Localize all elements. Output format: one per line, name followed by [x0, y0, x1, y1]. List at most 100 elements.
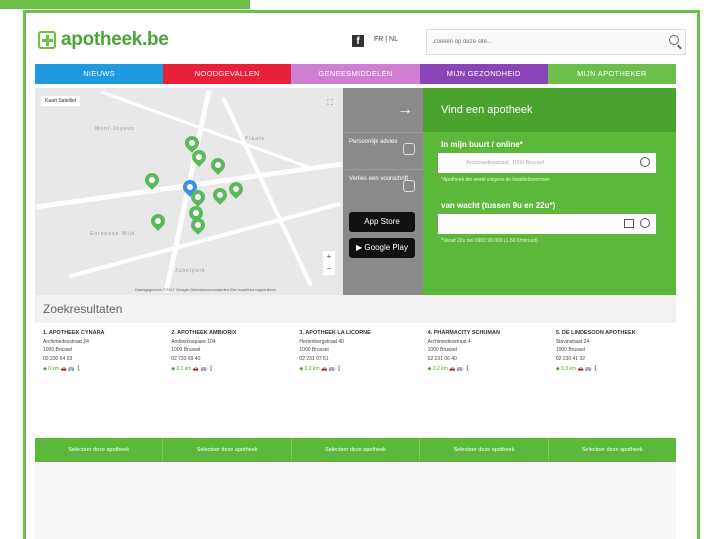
quick-links-column: → Persoonlijk advies Verlies een voorsch… — [343, 88, 423, 295]
pharmacy-phone: 02 231 07 51 — [299, 355, 329, 362]
language-switch[interactable]: FR | NL — [374, 36, 398, 43]
address-placeholder: Archimedesstraat, 1000 Brussel — [466, 160, 544, 166]
address-input[interactable]: Archimedesstraat, 1000 Brussel — [438, 153, 656, 173]
pharmacy-street: Stevinstraat 24 — [555, 339, 590, 346]
pharmacy-finder-panel: Vind een apotheek In mijn buurt / online… — [423, 88, 676, 295]
pharmacy-city: 1000 Brussel — [43, 347, 73, 354]
personal-advice-link[interactable]: Persoonlijk advies — [343, 132, 423, 169]
on-duty-label: van wacht (tussen 9u en 22u*) — [441, 201, 556, 210]
pharmacy-city: 1000 Brussel — [427, 347, 457, 354]
play-icon: ▶ — [356, 243, 363, 252]
pharmacy-name[interactable]: 4. Pharmacity Schuman — [428, 329, 540, 337]
pharmacy-city: 1000 Brussel — [299, 347, 329, 354]
street-label: Jubelpark — [175, 268, 206, 274]
transport-icons: 🚗 🚌 🚶 — [321, 365, 343, 372]
search-icon[interactable] — [669, 35, 679, 45]
calendar-icon[interactable] — [624, 219, 634, 228]
finder-title: Vind een apotheek — [423, 88, 676, 132]
map-type-control[interactable]: Kaart Satelliet — [41, 96, 81, 106]
page-frame: apotheek.be f FR | NL Nieuws Noodgevalle… — [23, 10, 700, 539]
select-pharmacy-button[interactable]: Selecteer deze apotheek — [163, 438, 292, 462]
pharmacy-city: 1000 Brussel — [171, 347, 201, 354]
arrow-right-icon[interactable]: → — [343, 88, 423, 132]
prescription-label: Verlies een voorschrift — [349, 176, 409, 182]
pharmacy-phone: 02 733 69 40 — [171, 355, 201, 362]
pharmacy-name[interactable]: 1. Apotheek Cynara — [43, 329, 155, 337]
pharmacy-name[interactable]: 5. De Lindesoon Apotheek — [556, 329, 668, 337]
distance-meta: ◆ 0,1 km 🚗 🚌 🚶 — [171, 365, 215, 372]
content-area — [35, 462, 676, 539]
on-duty-hint: *Vanaf 22u bel 0903 99 000 (1,50 €/minuu… — [441, 238, 538, 244]
nav-item-mijn-apotheker[interactable]: Mijn apotheker — [547, 64, 677, 84]
top-stripe — [0, 0, 250, 9]
results-heading: Zoekresultaten — [35, 295, 676, 323]
zoom-control[interactable]: + − — [323, 251, 335, 275]
app-store-button[interactable]: App Store — [349, 212, 415, 232]
facebook-icon[interactable]: f — [352, 35, 364, 47]
search-icon[interactable] — [640, 157, 650, 167]
nearby-hint: *Apotheek die werkt volgens de kwaliteit… — [441, 177, 550, 183]
select-buttons-row: Selecteer deze apotheek Selecteer deze a… — [35, 438, 676, 462]
pharmacy-street: Ambiorixsquare 104 — [171, 339, 216, 346]
distance-meta: ◆ 0,2 km 🚗 🚌 🚶 — [427, 365, 471, 372]
distance: 0 km — [48, 365, 60, 372]
select-pharmacy-button[interactable]: Selecteer deze apotheek — [35, 438, 164, 462]
list-item: 2. Apotheek Ambiorix Ambiorixsquare 104 … — [163, 329, 291, 373]
pharmacy-pin-icon[interactable] — [210, 185, 230, 205]
distance: 0,2 km — [432, 365, 448, 372]
pharmacy-pin-icon[interactable] — [208, 155, 228, 175]
list-item: 4. Pharmacity Schuman Archimedesstraat 4… — [420, 329, 548, 373]
logo-cross-icon — [38, 31, 56, 49]
transport-icons: 🚗 🚌 🚶 — [577, 365, 599, 372]
logo[interactable]: apotheek.be — [38, 29, 169, 51]
pharmacy-name[interactable]: 2. Apotheek Ambiorix — [171, 329, 283, 337]
nav-item-geneesmiddelen[interactable]: Geneesmiddelen — [291, 64, 420, 84]
distance-meta: ◆ 0 km 🚗 🚌 🚶 — [43, 365, 82, 372]
header: apotheek.be f FR | NL — [34, 21, 689, 63]
nearby-label: In mijn buurt / online* — [441, 140, 523, 149]
list-item: 1. Apotheek Cynara Archimedesstraat 24 1… — [35, 329, 163, 373]
nav-item-nieuws[interactable]: Nieuws — [35, 64, 164, 84]
select-pharmacy-button[interactable]: Selecteer deze apotheek — [549, 438, 676, 462]
pharmacy-street: Archimedesstraat 24 — [43, 339, 89, 346]
transport-icons: 🚗 🚌 🚶 — [60, 365, 82, 372]
pharmacy-phone: 02 231 06 40 — [427, 355, 457, 362]
select-pharmacy-button[interactable]: Selecteer deze apotheek — [420, 438, 549, 462]
date-input[interactable] — [438, 214, 656, 234]
google-play-button[interactable]: ▶ Google Play — [349, 238, 415, 258]
pharmacy-street: Hertenbergstraat 40 — [299, 339, 344, 346]
nav-item-noodgevallen[interactable]: Noodgevallen — [163, 64, 292, 84]
distance-meta: ◆ 0,2 km 🚗 🚌 🚶 — [299, 365, 343, 372]
chat-icon — [403, 143, 415, 155]
select-pharmacy-button[interactable]: Selecteer deze apotheek — [292, 438, 421, 462]
transport-icons: 🚗 🚌 🚶 — [192, 365, 215, 372]
main-nav: Nieuws Noodgevallen Geneesmiddelen Mijn … — [35, 64, 677, 84]
fullscreen-icon[interactable]: ⛶ — [327, 98, 333, 108]
pharmacy-city: 1000 Brussel — [555, 347, 585, 354]
nav-item-mijn-gezondheid[interactable]: Mijn gezondheid — [419, 64, 548, 84]
street-label: Europese Wijk — [90, 231, 136, 237]
distance-meta: ◆ 0,3 km 🚗 🚌 🚶 — [555, 365, 599, 372]
pharmacy-phone: 02 230 64 03 — [43, 355, 73, 362]
pharmacy-map[interactable]: Kaart Satelliet ⛶ Mont-Joyeux Plaats Eur… — [35, 88, 343, 295]
street-label: Mont-Joyeux — [95, 126, 135, 132]
list-item: 3. Apotheek La Licorne Hertenbergstraat … — [291, 329, 419, 373]
distance: 0,1 km — [176, 365, 192, 372]
transport-icons: 🚗 🚌 🚶 — [449, 365, 471, 372]
site-search — [426, 29, 686, 55]
prescription-link[interactable]: Verlies een voorschrift — [343, 169, 423, 206]
pharmacy-street: Archimedesstraat 4 — [427, 339, 471, 346]
pharmacy-pin-icon[interactable] — [148, 211, 168, 231]
logo-text: apotheek.be — [61, 29, 169, 50]
search-icon[interactable] — [640, 218, 650, 228]
map-attribution: Kaartgegevens ©2017 Google Gebruiksvoorw… — [135, 287, 276, 292]
street-label: Plaats — [245, 136, 265, 142]
pharmacy-name[interactable]: 3. Apotheek La Licorne — [299, 329, 411, 337]
search-input[interactable] — [427, 30, 647, 54]
app-store-label: App Store — [364, 217, 400, 226]
results-list: 1. Apotheek Cynara Archimedesstraat 24 1… — [35, 329, 676, 373]
personal-advice-label: Persoonlijk advies — [349, 139, 398, 145]
distance: 0,2 km — [304, 365, 320, 372]
pharmacy-phone: 02 230 41 32 — [555, 355, 586, 362]
distance: 0,3 km — [561, 365, 577, 372]
